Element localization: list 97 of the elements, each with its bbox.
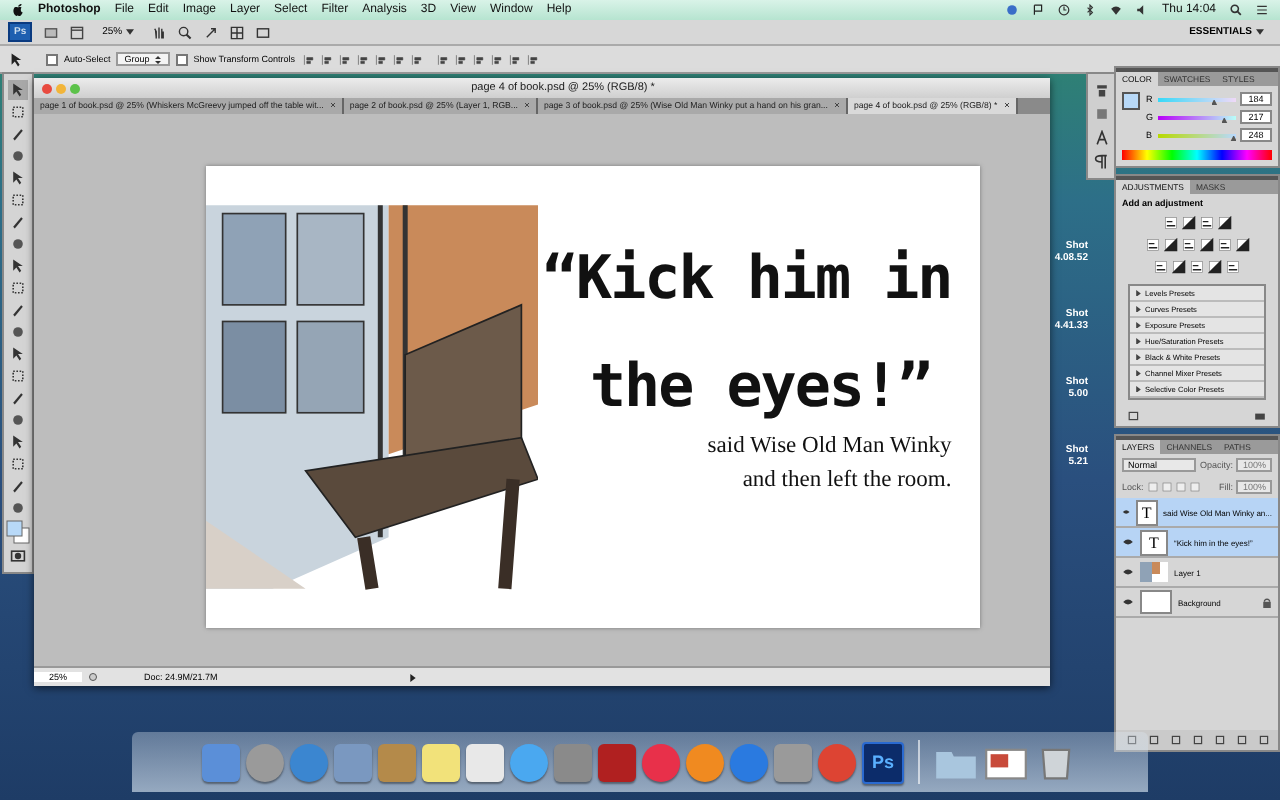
- align-icon[interactable]: [525, 53, 538, 65]
- zoom-icon[interactable]: [178, 25, 193, 39]
- status-menu-arrow-icon[interactable]: [410, 673, 416, 681]
- tool-icon[interactable]: [8, 146, 28, 166]
- adjustment-icon[interactable]: [1235, 238, 1249, 252]
- rotate-icon[interactable]: [204, 25, 219, 39]
- paragraph-icon[interactable]: [1093, 154, 1109, 170]
- quote-text: the eyes!”: [588, 350, 932, 426]
- text-layer-thumbnail: T: [1136, 499, 1158, 525]
- search-icon[interactable]: [1230, 4, 1242, 16]
- eye-icon[interactable]: [1122, 568, 1134, 576]
- tool-icon[interactable]: [8, 212, 28, 232]
- tool-icon[interactable]: [8, 190, 28, 210]
- adjustment-icon[interactable]: [1208, 260, 1222, 274]
- quote-text: “Kick him in: [542, 242, 952, 318]
- eye-icon[interactable]: [1122, 508, 1131, 516]
- eye-icon[interactable]: [1122, 538, 1134, 546]
- tool-icon[interactable]: [8, 278, 28, 298]
- tool-icon[interactable]: [8, 168, 28, 188]
- color-swatches-icon[interactable]: [6, 520, 30, 544]
- tool-icon[interactable]: [8, 454, 28, 474]
- transform-controls-checkbox[interactable]: [175, 53, 188, 65]
- frame-icon[interactable]: [70, 25, 85, 39]
- adjustment-icon[interactable]: [1181, 238, 1195, 252]
- adjustment-icon[interactable]: [1199, 216, 1213, 230]
- adjustment-icon[interactable]: [1172, 260, 1186, 274]
- adjustment-icon[interactable]: [1217, 238, 1231, 252]
- align-icon[interactable]: [435, 53, 448, 65]
- grid-icon[interactable]: [230, 25, 245, 39]
- document-stack-icon[interactable]: [984, 743, 1028, 781]
- blank-thumbnail: [1140, 590, 1172, 614]
- align-icon[interactable]: [489, 53, 502, 65]
- tool-icon[interactable]: [8, 344, 28, 364]
- close-icon[interactable]: [524, 102, 530, 108]
- caption-text: and then left the room.: [740, 466, 952, 496]
- tool-icon[interactable]: [8, 388, 28, 408]
- adjustment-icon[interactable]: [1226, 260, 1240, 274]
- align-icon[interactable]: [355, 53, 368, 65]
- adjustment-icon[interactable]: [1154, 260, 1168, 274]
- align-icon[interactable]: [471, 53, 484, 65]
- tool-icon[interactable]: [8, 498, 28, 518]
- tool-icon[interactable]: [8, 432, 28, 452]
- quick-mask-icon[interactable]: [8, 546, 28, 566]
- bluetooth-icon[interactable]: [1083, 4, 1096, 16]
- adjustment-icon[interactable]: [1145, 238, 1159, 252]
- align-icon[interactable]: [507, 53, 520, 65]
- image-thumbnail: [1140, 562, 1168, 582]
- align-icon[interactable]: [337, 53, 350, 65]
- align-icon[interactable]: [409, 53, 422, 65]
- close-icon[interactable]: [42, 83, 52, 93]
- adjustment-icon[interactable]: [1181, 216, 1195, 230]
- close-icon[interactable]: [329, 102, 336, 108]
- clock-icon[interactable]: [1057, 4, 1070, 16]
- tool-icon[interactable]: [8, 124, 28, 144]
- caret-icon: [1256, 27, 1264, 36]
- auto-select-checkbox[interactable]: [46, 53, 58, 65]
- align-icon[interactable]: [301, 53, 314, 65]
- foreground-color-swatch[interactable]: [1122, 92, 1140, 110]
- tool-icon[interactable]: [8, 366, 28, 386]
- adjustment-icon[interactable]: [1190, 260, 1204, 274]
- align-icon[interactable]: [373, 53, 386, 65]
- tool-icon[interactable]: [8, 102, 28, 122]
- adjustment-icon[interactable]: [1217, 216, 1231, 230]
- align-icon[interactable]: [391, 53, 404, 65]
- color-spectrum-bar[interactable]: [1122, 150, 1272, 160]
- adjustment-icon[interactable]: [1163, 238, 1177, 252]
- tool-icon[interactable]: [8, 300, 28, 320]
- close-icon[interactable]: [1003, 102, 1010, 108]
- close-icon[interactable]: [833, 102, 840, 108]
- tool-icon[interactable]: [8, 234, 28, 254]
- wifi-icon[interactable]: [1109, 4, 1122, 16]
- adjustment-icon[interactable]: [1199, 238, 1213, 252]
- eye-icon[interactable]: [1122, 598, 1134, 606]
- speaker-icon[interactable]: [1135, 4, 1148, 16]
- caption-text: said Wise Old Man Winky: [707, 432, 952, 462]
- screen-mode-icon[interactable]: [256, 25, 271, 39]
- align-icon[interactable]: [453, 53, 466, 65]
- character-icon[interactable]: [1093, 130, 1109, 146]
- tool-icon[interactable]: [8, 410, 28, 430]
- flag-icon[interactable]: [1031, 4, 1044, 16]
- slider-thumb[interactable]: [1221, 117, 1228, 123]
- apple-icon[interactable]: [12, 2, 24, 18]
- lock-icon: [1262, 597, 1272, 607]
- list-icon[interactable]: [1256, 4, 1268, 16]
- tool-icon[interactable]: [8, 476, 28, 496]
- adjustment-icon[interactable]: [1163, 216, 1177, 230]
- slider-thumb[interactable]: [1230, 135, 1237, 141]
- tool-icon[interactable]: [8, 256, 28, 276]
- stepper-arrows-icon: [153, 55, 162, 64]
- caret-icon: [126, 27, 135, 36]
- slider-thumb[interactable]: [1211, 99, 1218, 105]
- photoshop-app-icon[interactable]: Ps: [862, 741, 904, 783]
- align-icon[interactable]: [319, 53, 332, 65]
- tool-icon[interactable]: [8, 322, 28, 342]
- hand-icon[interactable]: [152, 25, 167, 39]
- tool-icon[interactable]: [8, 80, 28, 100]
- text-layer-thumbnail: T: [1140, 529, 1168, 555]
